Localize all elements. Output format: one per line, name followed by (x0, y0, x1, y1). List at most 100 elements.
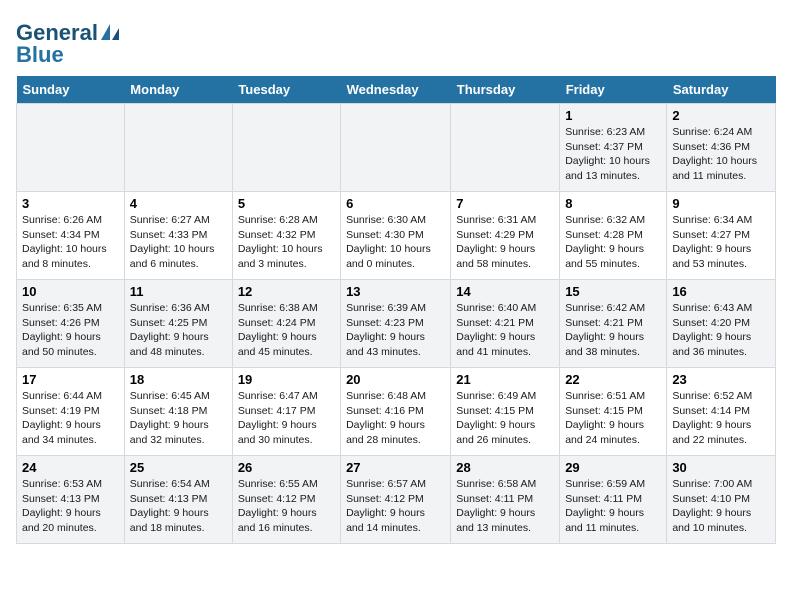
calendar-cell: 6 Sunrise: 6:30 AM Sunset: 4:30 PM Daylig… (341, 192, 451, 280)
calendar-cell: 27 Sunrise: 6:57 AM Sunset: 4:12 PM Dayli… (341, 456, 451, 544)
day-number: 18 (130, 372, 227, 387)
day-info: Sunrise: 6:30 AM Sunset: 4:30 PM Dayligh… (346, 213, 445, 272)
calendar-cell: 8Sunrise: 6:32 AM Sunset: 4:28 PM Daylig… (560, 192, 667, 280)
calendar-cell (341, 104, 451, 192)
day-info: Sunrise: 7:00 AM Sunset: 4:10 PM Dayligh… (672, 477, 770, 536)
calendar-cell: 20 Sunrise: 6:48 AM Sunset: 4:16 PM Dayli… (341, 368, 451, 456)
day-info: Sunrise: 6:24 AM Sunset: 4:36 PM Dayligh… (672, 125, 770, 184)
weekday-header-friday: Friday (560, 76, 667, 104)
calendar-cell: 13 Sunrise: 6:39 AM Sunset: 4:23 PM Dayli… (341, 280, 451, 368)
calendar-cell: 5 Sunrise: 6:28 AM Sunset: 4:32 PM Daylig… (232, 192, 340, 280)
day-number: 1 (565, 108, 661, 123)
calendar-cell: 26Sunrise: 6:55 AM Sunset: 4:12 PM Dayli… (232, 456, 340, 544)
weekday-header-wednesday: Wednesday (341, 76, 451, 104)
day-number: 12 (238, 284, 335, 299)
weekday-header-saturday: Saturday (667, 76, 776, 104)
day-info: Sunrise: 6:39 AM Sunset: 4:23 PM Dayligh… (346, 301, 445, 360)
day-info: Sunrise: 6:45 AM Sunset: 4:18 PM Dayligh… (130, 389, 227, 448)
calendar-cell: 10 Sunrise: 6:35 AM Sunset: 4:26 PM Dayli… (17, 280, 125, 368)
day-info: Sunrise: 6:27 AM Sunset: 4:33 PM Dayligh… (130, 213, 227, 272)
calendar-cell: 14 Sunrise: 6:40 AM Sunset: 4:21 PM Dayli… (451, 280, 560, 368)
calendar-cell: 7 Sunrise: 6:31 AM Sunset: 4:29 PM Daylig… (451, 192, 560, 280)
day-info: Sunrise: 6:49 AM Sunset: 4:15 PM Dayligh… (456, 389, 554, 448)
day-info: Sunrise: 6:23 AM Sunset: 4:37 PM Dayligh… (565, 125, 661, 184)
weekday-header-monday: Monday (124, 76, 232, 104)
week-row-2: 3 Sunrise: 6:26 AM Sunset: 4:34 PM Daylig… (17, 192, 776, 280)
day-number: 11 (130, 284, 227, 299)
day-number: 6 (346, 196, 445, 211)
day-info: Sunrise: 6:34 AM Sunset: 4:27 PM Dayligh… (672, 213, 770, 272)
calendar-cell: 4 Sunrise: 6:27 AM Sunset: 4:33 PM Daylig… (124, 192, 232, 280)
calendar-cell: 3 Sunrise: 6:26 AM Sunset: 4:34 PM Daylig… (17, 192, 125, 280)
calendar-cell: 25Sunrise: 6:54 AM Sunset: 4:13 PM Dayli… (124, 456, 232, 544)
day-number: 30 (672, 460, 770, 475)
day-info: Sunrise: 6:47 AM Sunset: 4:17 PM Dayligh… (238, 389, 335, 448)
week-row-3: 10 Sunrise: 6:35 AM Sunset: 4:26 PM Dayli… (17, 280, 776, 368)
week-row-5: 24Sunrise: 6:53 AM Sunset: 4:13 PM Dayli… (17, 456, 776, 544)
calendar-cell: 22Sunrise: 6:51 AM Sunset: 4:15 PM Dayli… (560, 368, 667, 456)
day-info: Sunrise: 6:54 AM Sunset: 4:13 PM Dayligh… (130, 477, 227, 536)
day-number: 7 (456, 196, 554, 211)
calendar-cell: 24Sunrise: 6:53 AM Sunset: 4:13 PM Dayli… (17, 456, 125, 544)
day-number: 29 (565, 460, 661, 475)
day-info: Sunrise: 6:38 AM Sunset: 4:24 PM Dayligh… (238, 301, 335, 360)
day-number: 27 (346, 460, 445, 475)
day-number: 4 (130, 196, 227, 211)
calendar-cell: 30 Sunrise: 7:00 AM Sunset: 4:10 PM Dayli… (667, 456, 776, 544)
calendar-cell: 23Sunrise: 6:52 AM Sunset: 4:14 PM Dayli… (667, 368, 776, 456)
day-info: Sunrise: 6:44 AM Sunset: 4:19 PM Dayligh… (22, 389, 119, 448)
calendar-cell: 21 Sunrise: 6:49 AM Sunset: 4:15 PM Dayli… (451, 368, 560, 456)
day-info: Sunrise: 6:59 AM Sunset: 4:11 PM Dayligh… (565, 477, 661, 536)
day-info: Sunrise: 6:52 AM Sunset: 4:14 PM Dayligh… (672, 389, 770, 448)
day-number: 15 (565, 284, 661, 299)
calendar-cell: 9Sunrise: 6:34 AM Sunset: 4:27 PM Daylig… (667, 192, 776, 280)
calendar-cell: 18 Sunrise: 6:45 AM Sunset: 4:18 PM Dayli… (124, 368, 232, 456)
logo-arrow2 (112, 28, 119, 40)
day-number: 5 (238, 196, 335, 211)
day-info: Sunrise: 6:43 AM Sunset: 4:20 PM Dayligh… (672, 301, 770, 360)
logo-arrow1 (101, 24, 110, 40)
calendar-cell: 2 Sunrise: 6:24 AM Sunset: 4:36 PM Daylig… (667, 104, 776, 192)
day-info: Sunrise: 6:40 AM Sunset: 4:21 PM Dayligh… (456, 301, 554, 360)
calendar-cell (232, 104, 340, 192)
calendar-cell: 19 Sunrise: 6:47 AM Sunset: 4:17 PM Dayli… (232, 368, 340, 456)
day-info: Sunrise: 6:26 AM Sunset: 4:34 PM Dayligh… (22, 213, 119, 272)
day-info: Sunrise: 6:48 AM Sunset: 4:16 PM Dayligh… (346, 389, 445, 448)
day-number: 14 (456, 284, 554, 299)
day-number: 26 (238, 460, 335, 475)
calendar-cell: 1 Sunrise: 6:23 AM Sunset: 4:37 PM Daylig… (560, 104, 667, 192)
day-info: Sunrise: 6:58 AM Sunset: 4:11 PM Dayligh… (456, 477, 554, 536)
weekday-header-thursday: Thursday (451, 76, 560, 104)
calendar-cell (451, 104, 560, 192)
logo: General Blue (16, 20, 119, 68)
calendar-cell: 11 Sunrise: 6:36 AM Sunset: 4:25 PM Dayli… (124, 280, 232, 368)
day-number: 19 (238, 372, 335, 387)
calendar-cell: 16 Sunrise: 6:43 AM Sunset: 4:20 PM Dayli… (667, 280, 776, 368)
day-info: Sunrise: 6:36 AM Sunset: 4:25 PM Dayligh… (130, 301, 227, 360)
day-number: 13 (346, 284, 445, 299)
week-row-4: 17 Sunrise: 6:44 AM Sunset: 4:19 PM Dayli… (17, 368, 776, 456)
day-info: Sunrise: 6:57 AM Sunset: 4:12 PM Dayligh… (346, 477, 445, 536)
day-info: Sunrise: 6:28 AM Sunset: 4:32 PM Dayligh… (238, 213, 335, 272)
day-info: Sunrise: 6:42 AM Sunset: 4:21 PM Dayligh… (565, 301, 661, 360)
day-number: 3 (22, 196, 119, 211)
calendar-table: SundayMondayTuesdayWednesdayThursdayFrid… (16, 76, 776, 544)
day-number: 8 (565, 196, 661, 211)
calendar-cell: 12 Sunrise: 6:38 AM Sunset: 4:24 PM Dayli… (232, 280, 340, 368)
calendar-cell: 15 Sunrise: 6:42 AM Sunset: 4:21 PM Dayli… (560, 280, 667, 368)
day-number: 21 (456, 372, 554, 387)
day-number: 10 (22, 284, 119, 299)
day-info: Sunrise: 6:35 AM Sunset: 4:26 PM Dayligh… (22, 301, 119, 360)
weekday-header-sunday: Sunday (17, 76, 125, 104)
day-info: Sunrise: 6:31 AM Sunset: 4:29 PM Dayligh… (456, 213, 554, 272)
day-number: 2 (672, 108, 770, 123)
day-number: 22 (565, 372, 661, 387)
weekday-header-row: SundayMondayTuesdayWednesdayThursdayFrid… (17, 76, 776, 104)
weekday-header-tuesday: Tuesday (232, 76, 340, 104)
day-number: 20 (346, 372, 445, 387)
calendar-cell (17, 104, 125, 192)
day-number: 17 (22, 372, 119, 387)
day-number: 28 (456, 460, 554, 475)
day-number: 16 (672, 284, 770, 299)
calendar-cell (124, 104, 232, 192)
